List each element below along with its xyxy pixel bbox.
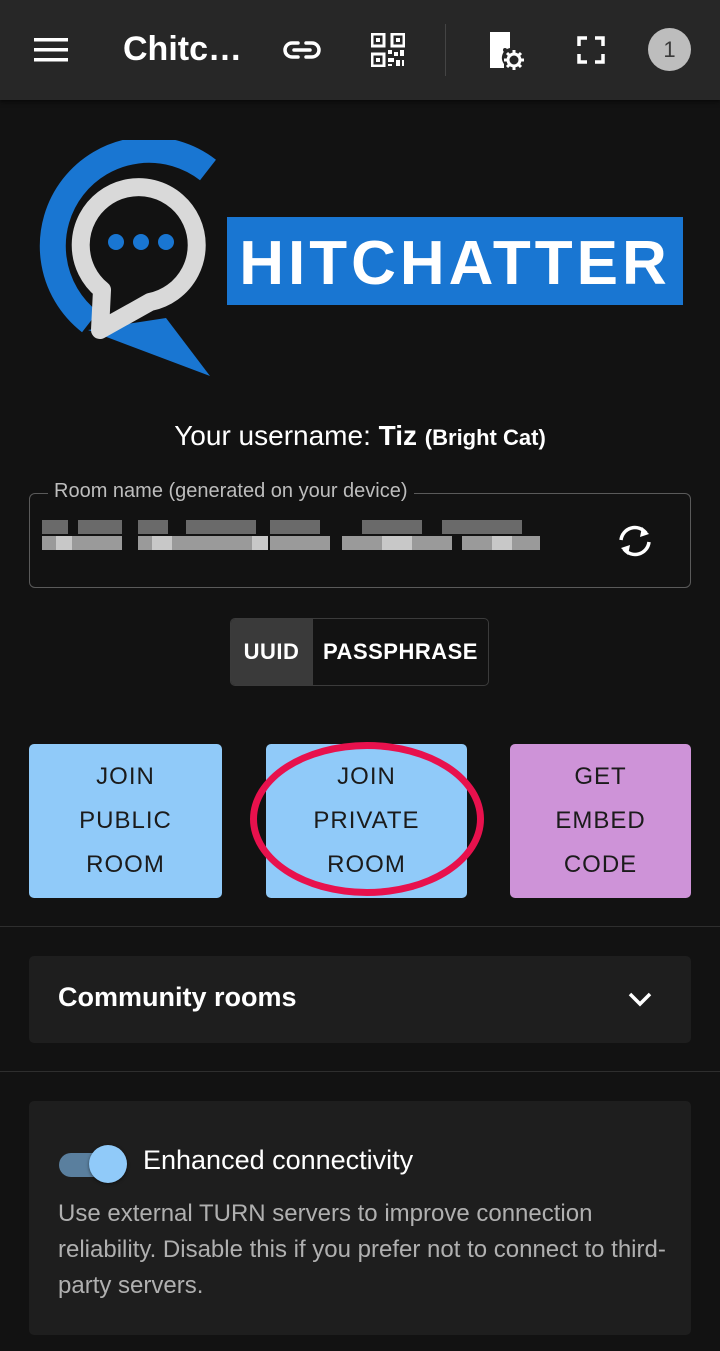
username-line: Your username: Tiz (Bright Cat) — [0, 420, 720, 452]
chitchatter-logo: HITCHATTER — [30, 136, 690, 380]
button-line: CODE — [563, 851, 638, 878]
peer-count-badge[interactable]: 1 — [648, 28, 691, 71]
button-line: JOIN — [337, 763, 396, 790]
section-divider — [0, 1071, 720, 1072]
button-line: ROOM — [327, 851, 406, 878]
community-rooms-label: Community rooms — [58, 982, 297, 1012]
username-prefix: Your username: — [174, 420, 379, 451]
username-value: Tiz — [378, 420, 418, 451]
join-public-room-button[interactable]: JOIN PUBLIC ROOM — [29, 744, 222, 898]
button-line: EMBED — [555, 807, 646, 834]
regenerate-room-icon[interactable] — [610, 519, 660, 563]
room-name-value-obscured[interactable] — [42, 518, 540, 552]
username-nickname: (Bright Cat) — [424, 425, 546, 450]
chevron-down-icon — [625, 984, 655, 1014]
section-divider — [0, 926, 720, 927]
room-settings-icon[interactable] — [482, 28, 526, 72]
room-type-passphrase-option[interactable]: PASSPHRASE — [313, 619, 488, 685]
logo-wordmark: HITCHATTER — [239, 229, 670, 298]
room-type-uuid-option[interactable]: UUID — [231, 619, 313, 685]
appbar-divider — [445, 24, 446, 76]
app-title: Chitchatter — [123, 30, 259, 68]
community-rooms-accordion[interactable]: Community rooms — [29, 956, 691, 1043]
switch-thumb — [89, 1145, 127, 1183]
button-line: JOIN — [96, 763, 155, 790]
room-name-field[interactable]: Room name (generated on your device) — [29, 480, 691, 588]
room-name-label: Room name (generated on your device) — [48, 480, 414, 503]
app-bar: Chitchatter 1 — [0, 0, 720, 100]
link-icon[interactable] — [280, 28, 324, 72]
join-private-room-button[interactable]: JOIN PRIVATE ROOM — [266, 744, 467, 898]
menu-icon[interactable] — [29, 28, 73, 72]
button-line: ROOM — [86, 851, 165, 878]
button-line: PRIVATE — [313, 807, 420, 834]
enhanced-connectivity-label: Enhanced connectivity — [143, 1145, 414, 1175]
fullscreen-icon[interactable] — [569, 28, 613, 72]
room-type-toggle: UUID PASSPHRASE — [230, 618, 489, 686]
qr-code-icon[interactable] — [366, 28, 410, 72]
button-line: GET — [574, 763, 627, 790]
enhanced-connectivity-description: Use external TURN servers to improve con… — [58, 1200, 666, 1299]
button-line: PUBLIC — [79, 807, 172, 834]
enhanced-connectivity-card: Enhanced connectivity Use external TURN … — [29, 1101, 691, 1335]
enhanced-connectivity-switch[interactable] — [59, 1145, 127, 1183]
get-embed-code-button[interactable]: GET EMBED CODE — [510, 744, 691, 898]
